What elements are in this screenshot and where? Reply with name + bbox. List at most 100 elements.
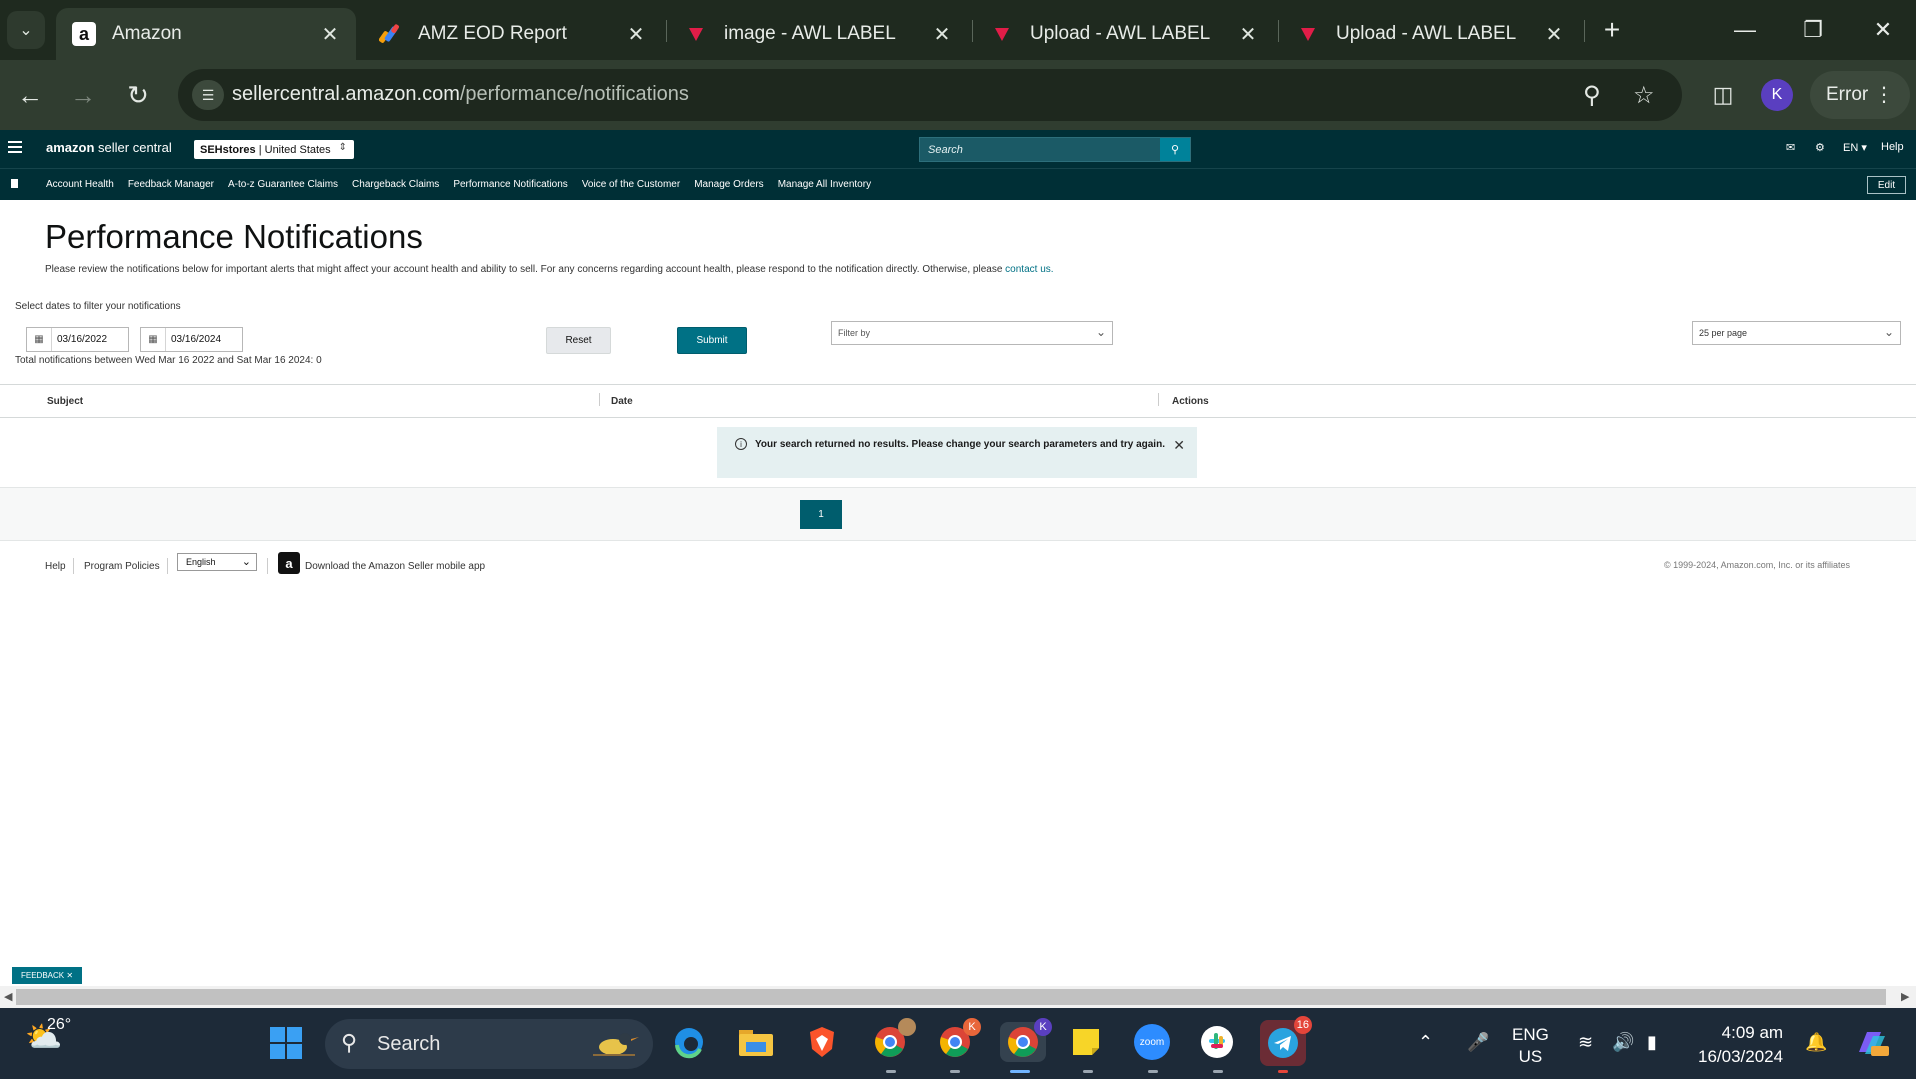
gear-icon[interactable]: ⚙: [1815, 141, 1825, 154]
alert-message: Your search returned no results. Please …: [755, 439, 1165, 450]
calendar-icon[interactable]: ▦: [141, 328, 166, 351]
nav-item-manage-inventory[interactable]: Manage All Inventory: [778, 179, 871, 190]
nav-item-performance-notifications[interactable]: Performance Notifications: [453, 179, 568, 190]
edge-icon[interactable]: [669, 1022, 709, 1062]
slack-icon[interactable]: [1197, 1022, 1237, 1062]
bookmark-star-icon[interactable]: ☆: [1633, 81, 1655, 110]
reload-icon[interactable]: ↻: [118, 75, 158, 115]
submit-button[interactable]: Submit: [677, 327, 747, 354]
back-arrow-icon[interactable]: ←: [10, 75, 50, 115]
chevron-up-icon[interactable]: ⌃: [1418, 1032, 1433, 1053]
side-panel-icon[interactable]: ◫: [1703, 75, 1743, 115]
minimize-icon[interactable]: —: [1725, 10, 1765, 50]
chrome-icon[interactable]: [870, 1018, 916, 1062]
nav-item-atoz-claims[interactable]: A-to-z Guarantee Claims: [228, 179, 338, 190]
report-icon: [378, 22, 402, 46]
close-icon[interactable]: ✕: [318, 22, 342, 46]
tab-title: AMZ EOD Report: [418, 23, 567, 44]
store-marketplace-select[interactable]: SEHstores | United States ⇕: [194, 140, 354, 159]
taskbar-indicator: [1148, 1070, 1158, 1073]
wifi-icon[interactable]: ≋: [1578, 1032, 1593, 1053]
column-header-subject[interactable]: Subject: [47, 396, 83, 407]
program-policies-link[interactable]: Program Policies: [84, 561, 160, 572]
site-settings-icon[interactable]: ☰: [192, 80, 224, 110]
amazon-app-icon[interactable]: a: [278, 552, 300, 574]
download-app-link[interactable]: Download the Amazon Seller mobile app: [305, 561, 485, 572]
search-input[interactable]: [920, 138, 1190, 161]
filter-by-select[interactable]: Filter by ⌄: [831, 321, 1113, 345]
feedback-tab[interactable]: FEEDBACK ✕: [12, 967, 82, 984]
help-link[interactable]: Help: [1881, 141, 1904, 153]
input-language-indicator[interactable]: ENG US: [1512, 1024, 1549, 1068]
tab-search-chevron-icon[interactable]: ⌄: [7, 11, 45, 49]
tab-upload-awl-label[interactable]: Upload - AWL LABEL ✕: [974, 8, 1274, 60]
page-button-current[interactable]: 1: [800, 500, 842, 529]
per-page-select[interactable]: 25 per page ⌄: [1692, 321, 1901, 345]
profile-avatar[interactable]: K: [1761, 79, 1793, 111]
close-icon[interactable]: ✕: [66, 971, 73, 980]
zoom-magnifier-icon[interactable]: ⚲: [1583, 81, 1601, 110]
tab-image-awl-label[interactable]: image - AWL LABEL ✕: [668, 8, 968, 60]
nav-item-account-health[interactable]: Account Health: [46, 179, 114, 190]
close-icon[interactable]: ✕: [930, 22, 954, 46]
scroll-right-icon[interactable]: ▶: [1901, 990, 1909, 1003]
scrollbar-thumb[interactable]: [16, 989, 1886, 1005]
error-button[interactable]: Error ⋮: [1810, 71, 1910, 119]
windows-start-icon[interactable]: [270, 1027, 302, 1059]
search-button[interactable]: ⚲: [1160, 138, 1190, 161]
tab-amz-eod-report[interactable]: AMZ EOD Report ✕: [362, 8, 662, 60]
chevron-down-icon: ⌄: [241, 556, 251, 568]
date-from-input[interactable]: [52, 334, 124, 345]
battery-icon[interactable]: ▮: [1647, 1032, 1657, 1053]
close-icon[interactable]: ✕: [1236, 22, 1260, 46]
close-icon[interactable]: ✕: [1542, 22, 1566, 46]
microphone-icon[interactable]: 🎤: [1467, 1032, 1489, 1053]
volume-icon[interactable]: 🔊: [1612, 1032, 1634, 1053]
taskbar-search[interactable]: ⚲ Search: [325, 1019, 653, 1069]
nav-item-manage-orders[interactable]: Manage Orders: [694, 179, 763, 190]
notification-bell-icon[interactable]: 🔔: [1805, 1032, 1827, 1053]
restore-icon[interactable]: ❐: [1793, 10, 1833, 50]
chrome-icon-active[interactable]: K: [1000, 1018, 1052, 1062]
brave-icon[interactable]: [802, 1022, 842, 1062]
dates-label: Select dates to filter your notification…: [15, 301, 181, 312]
contact-us-link[interactable]: contact us.: [1005, 264, 1053, 275]
tab-divider: [666, 20, 667, 42]
scroll-left-icon[interactable]: ◀: [4, 990, 12, 1003]
edit-nav-button[interactable]: Edit: [1867, 176, 1906, 194]
file-explorer-icon[interactable]: [736, 1022, 776, 1062]
copilot-icon[interactable]: [1855, 1028, 1889, 1063]
reset-button[interactable]: Reset: [546, 327, 611, 354]
clock[interactable]: 4:09 am 16/03/2024: [1698, 1021, 1783, 1069]
footer-language-select[interactable]: English ⌄: [177, 553, 257, 571]
nav-item-feedback-manager[interactable]: Feedback Manager: [128, 179, 214, 190]
forward-arrow-icon[interactable]: →: [63, 75, 103, 115]
close-icon[interactable]: ✕: [624, 22, 648, 46]
column-divider: [599, 393, 600, 406]
window-close-icon[interactable]: ✕: [1863, 10, 1903, 50]
weather-widget[interactable]: ⛅ 26°: [25, 1016, 71, 1055]
new-tab-plus-icon[interactable]: +: [1596, 14, 1628, 46]
column-header-date[interactable]: Date: [611, 396, 633, 407]
calendar-icon[interactable]: ▦: [27, 328, 52, 351]
telegram-icon[interactable]: 16: [1260, 1016, 1312, 1066]
url-text[interactable]: sellercentral.amazon.com/performance/not…: [232, 83, 689, 106]
tab-upload-awl-label-2[interactable]: Upload - AWL LABEL ✕: [1280, 8, 1580, 60]
footer-help-link[interactable]: Help: [45, 561, 66, 572]
language-select[interactable]: EN ▾: [1843, 141, 1867, 154]
nav-item-chargeback-claims[interactable]: Chargeback Claims: [352, 179, 439, 190]
zoom-icon[interactable]: zoom: [1132, 1022, 1172, 1062]
date-to-input[interactable]: [166, 334, 238, 345]
seller-central-logo[interactable]: amazon seller central: [46, 140, 172, 155]
close-icon[interactable]: ✕: [1173, 437, 1185, 454]
awl-icon: [990, 22, 1014, 46]
address-bar[interactable]: ☰ sellercentral.amazon.com/performance/n…: [178, 69, 1682, 121]
nav-item-voice-of-customer[interactable]: Voice of the Customer: [582, 179, 680, 190]
chrome-icon[interactable]: K: [935, 1018, 981, 1062]
tab-amazon[interactable]: a Amazon ✕: [56, 8, 356, 60]
bookmark-icon[interactable]: [11, 179, 18, 188]
sticky-notes-icon[interactable]: [1066, 1022, 1106, 1062]
mail-icon[interactable]: ✉: [1786, 141, 1795, 154]
horizontal-scrollbar[interactable]: ◀ ▶: [0, 986, 1916, 1008]
hamburger-menu-icon[interactable]: [8, 141, 22, 156]
